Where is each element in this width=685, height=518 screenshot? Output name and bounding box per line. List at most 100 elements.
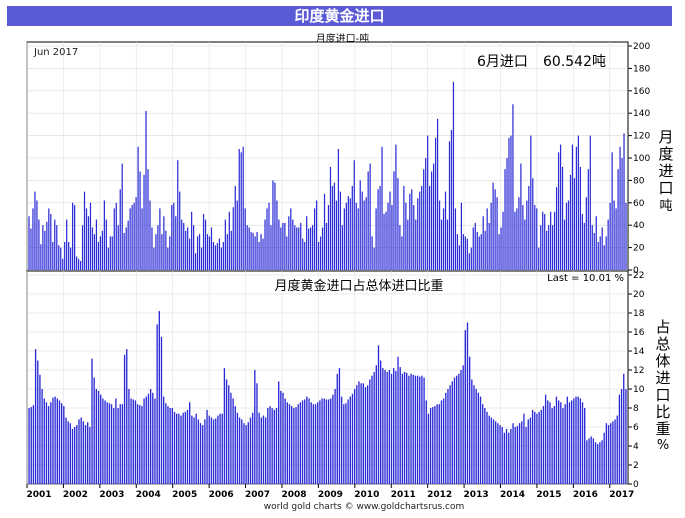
bar	[121, 163, 123, 270]
bar	[123, 233, 125, 270]
bar	[407, 219, 409, 270]
bar	[510, 428, 512, 484]
y-tick-label: 12	[633, 366, 644, 376]
bar	[373, 247, 375, 270]
y-axis-label-char: 比	[655, 403, 670, 421]
bar	[536, 413, 538, 484]
bar	[210, 417, 213, 484]
bar	[623, 373, 625, 484]
bar	[546, 230, 548, 270]
bar	[492, 182, 494, 270]
bar	[302, 238, 304, 270]
bar	[131, 205, 133, 270]
bar	[625, 389, 627, 484]
bar	[186, 409, 189, 484]
bar	[442, 398, 445, 484]
bar	[181, 219, 183, 270]
bar	[139, 171, 141, 270]
bar	[217, 415, 219, 484]
bar	[91, 358, 93, 484]
bar	[518, 197, 520, 270]
bar	[58, 245, 60, 270]
bar	[387, 202, 389, 270]
bar	[395, 370, 397, 484]
bar	[340, 396, 343, 484]
y-tick-label: 14	[633, 347, 645, 357]
bar	[347, 196, 349, 270]
bar	[223, 368, 226, 484]
bar	[413, 205, 415, 270]
bar	[384, 370, 386, 484]
bar	[314, 404, 317, 484]
bar	[60, 247, 62, 270]
bar	[301, 400, 304, 484]
bar	[338, 368, 341, 484]
bar	[262, 415, 265, 484]
bar	[468, 253, 470, 270]
bar	[502, 211, 504, 270]
bar	[577, 135, 580, 270]
bar	[91, 227, 94, 270]
bar	[460, 202, 462, 270]
bar	[79, 261, 82, 270]
bar	[143, 398, 145, 484]
bar	[175, 413, 178, 484]
bar	[270, 225, 272, 270]
bar	[462, 234, 464, 270]
bar	[337, 149, 340, 270]
bar	[58, 400, 61, 484]
bar	[536, 208, 538, 270]
bar	[238, 149, 240, 270]
bar	[250, 231, 252, 270]
bar	[47, 406, 50, 484]
bar	[125, 227, 127, 270]
bar	[126, 349, 128, 484]
bar	[121, 404, 124, 484]
bar	[399, 367, 401, 484]
bar	[403, 371, 406, 484]
bar	[210, 227, 213, 270]
bar	[359, 180, 361, 270]
bar	[605, 423, 608, 484]
bar	[87, 216, 90, 270]
bar	[453, 377, 456, 484]
bar	[512, 104, 514, 271]
y-axis-label-unit: %	[657, 438, 669, 453]
bar	[471, 379, 473, 484]
bar	[334, 389, 336, 484]
bar	[236, 200, 238, 270]
bar	[28, 408, 30, 484]
bar	[427, 135, 429, 270]
bar	[496, 197, 498, 270]
bar	[54, 219, 56, 270]
y-axis-label-char: 口	[655, 386, 670, 404]
bar	[341, 225, 343, 270]
footer-credit: world gold charts © www.goldchartsrus.co…	[264, 502, 465, 512]
bar	[199, 423, 202, 484]
bar	[232, 207, 234, 270]
bar	[280, 390, 282, 484]
bar	[299, 402, 302, 484]
bar	[421, 186, 423, 270]
bar	[405, 202, 407, 270]
bar	[251, 412, 254, 484]
bar	[351, 186, 353, 270]
bar	[230, 230, 232, 270]
bar	[508, 137, 510, 270]
bar	[369, 379, 371, 484]
bar	[308, 228, 310, 270]
bar	[462, 365, 464, 484]
bar	[417, 198, 419, 270]
bar	[444, 191, 447, 270]
bar	[264, 417, 267, 484]
bar	[228, 385, 230, 484]
bar	[177, 160, 179, 270]
bar	[165, 230, 167, 270]
bar	[182, 412, 184, 484]
bar	[286, 236, 288, 270]
y-axis-label-char: 占	[655, 318, 670, 336]
bar	[128, 389, 130, 484]
bar	[620, 389, 623, 484]
bar	[361, 191, 363, 270]
bar	[531, 409, 534, 484]
